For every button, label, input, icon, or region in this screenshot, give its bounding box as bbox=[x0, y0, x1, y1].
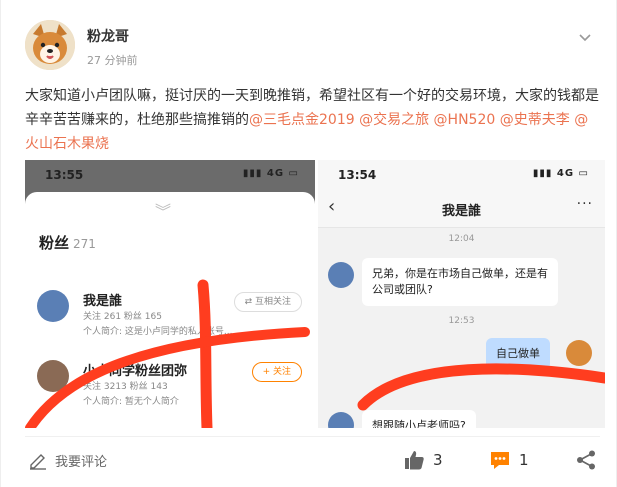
fans-count: 271 bbox=[73, 237, 96, 251]
signal-icon: ▮▮▮ 4G ▭ bbox=[532, 168, 589, 179]
fan-bio: 个人简介: 这是小卢同学的私人账号... bbox=[83, 327, 233, 337]
fan-row: 我是誰 关注 261 粉丝 165 个人简介: 这是小卢同学的私人账号... ⇄… bbox=[37, 290, 312, 360]
phone-status-bar: 13:54 ▮▮▮ 4G ▭ bbox=[318, 160, 605, 188]
follow-button: + 关注 bbox=[251, 362, 302, 382]
chat-bubble-self: 自己做单 bbox=[486, 338, 550, 370]
mutual-follow-button: ⇄ 互相关注 bbox=[233, 292, 302, 312]
fan-bio: 个人简介: 暂无个人简介 bbox=[83, 397, 179, 407]
fan-stats: 关注 3213 粉丝 143 bbox=[83, 382, 168, 392]
message-time: 12:53 bbox=[448, 316, 475, 326]
fan-name: 我是誰 bbox=[83, 294, 123, 309]
signal-icon: ▮▮▮ 4G ▭ bbox=[242, 168, 299, 179]
like-count: 3 bbox=[433, 451, 443, 469]
network-label: 4G bbox=[556, 168, 575, 179]
fan-row: 小卢同学粉丝团弥 关注 3213 粉丝 143 个人简介: 暂无个人简介 + 关… bbox=[37, 360, 312, 428]
thumbs-up-icon bbox=[405, 451, 424, 470]
username[interactable]: 粉龙哥 bbox=[87, 26, 129, 46]
mention-link[interactable]: @HN520 bbox=[434, 112, 496, 128]
chat-header: ‹ 我是誰 ··· bbox=[318, 188, 605, 228]
phone-status-bar: 13:55 ▮▮▮ 4G ▭ bbox=[25, 160, 315, 188]
chevron-down-icon[interactable] bbox=[576, 28, 594, 46]
comment-button[interactable]: 1 bbox=[489, 448, 529, 472]
fans-heading: 粉丝 271 bbox=[39, 232, 96, 253]
weibo-post-card: 粉龙哥 27 分钟前 大家知道小卢团队嘛，挺讨厌的一天到晚推销，希望社区有一个好… bbox=[0, 0, 617, 487]
mention-link[interactable]: @史蒂夫李 bbox=[500, 112, 570, 128]
avatar bbox=[37, 290, 69, 322]
post-time[interactable]: 27 分钟前 bbox=[87, 52, 138, 68]
mention-link[interactable]: @三毛点金2019 bbox=[249, 112, 355, 128]
chevron-down-icon: ︾ bbox=[155, 202, 172, 221]
share-button[interactable] bbox=[575, 448, 597, 472]
fan-stats: 关注 261 粉丝 165 bbox=[83, 312, 162, 322]
avatar bbox=[566, 340, 592, 366]
avatar bbox=[328, 262, 354, 288]
avatar bbox=[37, 360, 69, 392]
chat-title: 我是誰 bbox=[441, 204, 481, 219]
post-image-chat[interactable]: 13:54 ▮▮▮ 4G ▭ ‹ 我是誰 ··· 12:04 兄弟，你是在市场自… bbox=[318, 160, 605, 428]
network-label: 4G bbox=[266, 168, 285, 179]
edit-icon bbox=[30, 454, 46, 470]
user-avatar[interactable] bbox=[25, 20, 75, 70]
mention-link[interactable]: @交易之旅 bbox=[359, 112, 429, 128]
fans-label: 粉丝 bbox=[39, 234, 70, 252]
status-time: 13:54 bbox=[338, 168, 377, 182]
chat-bubble: 兄弟，你是在市场自己做单，还是有公司或团队? bbox=[362, 258, 558, 306]
share-icon bbox=[577, 450, 595, 470]
status-time: 13:55 bbox=[45, 168, 84, 182]
comment-icon bbox=[491, 452, 509, 469]
fan-name: 小卢同学粉丝团弥 bbox=[83, 364, 188, 379]
more-dots-icon: ··· bbox=[576, 196, 593, 212]
divider bbox=[25, 436, 600, 437]
avatar bbox=[328, 412, 354, 428]
comment-placeholder: 我要评论 bbox=[55, 454, 108, 470]
write-comment-button[interactable]: 我要评论 bbox=[27, 448, 107, 472]
comment-count: 1 bbox=[519, 451, 529, 469]
post-image-fans-list[interactable]: 13:55 ▮▮▮ 4G ▭ ︾ 粉丝 271 我是誰 关注 261 粉丝 165… bbox=[25, 160, 315, 428]
chat-bubble: 想跟随小卢老师吗? bbox=[362, 410, 476, 428]
fans-sheet: ︾ 粉丝 271 我是誰 关注 261 粉丝 165 个人简介: 这是小卢同学的私… bbox=[25, 192, 315, 428]
message-time: 12:04 bbox=[448, 234, 475, 244]
like-button[interactable]: 3 bbox=[403, 448, 443, 472]
post-text: 大家知道小卢团队嘛，挺讨厌的一天到晚推销，希望社区有一个好的交易环境，大家的钱都… bbox=[25, 84, 600, 156]
